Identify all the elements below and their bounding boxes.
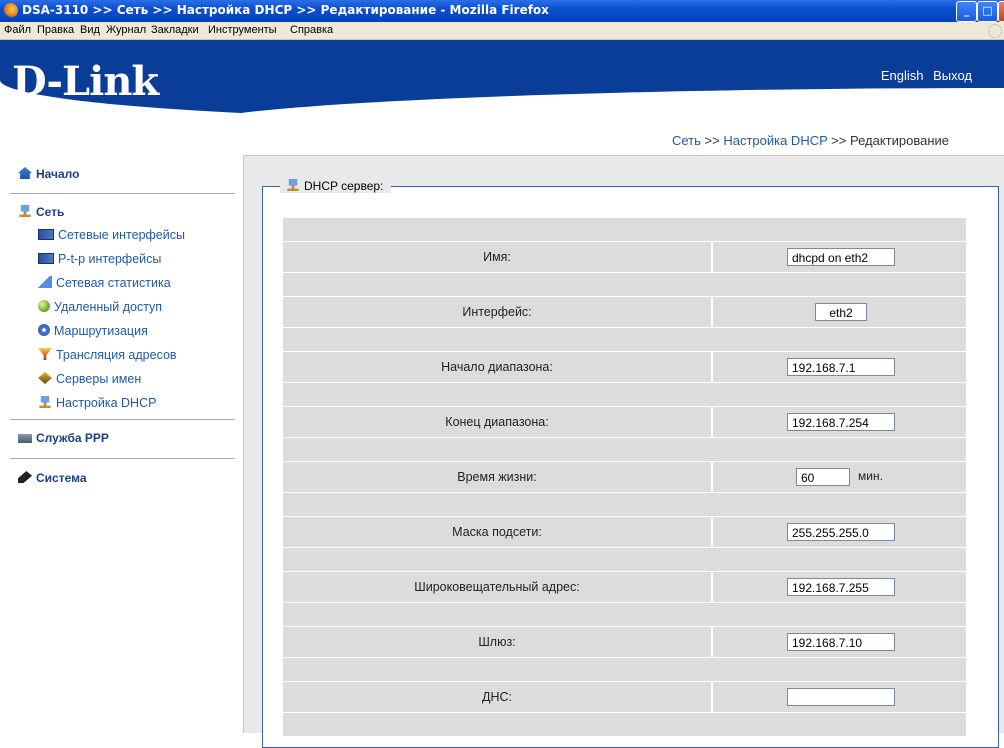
router-icon (38, 324, 50, 336)
dlink-logo[interactable]: D-Link (12, 62, 159, 102)
sidebar-item-ppp[interactable]: Служба PPP (18, 431, 109, 445)
range-start-field[interactable]: 192.168.7.1 (787, 358, 895, 376)
gateway-label: Шлюз: (283, 627, 711, 657)
sidebar-item-home[interactable]: Начало (18, 167, 79, 181)
menu-edit[interactable]: Правка (37, 24, 74, 36)
sidebar-item-network-interfaces[interactable]: Сетевые интерфейсы (38, 228, 185, 242)
menu-history[interactable]: Журнал (106, 24, 146, 36)
dns-label: ДНС: (283, 682, 711, 712)
dhcp-form-table: Имя: dhcpd on eth2 Интерфейс: eth2 Начал… (283, 218, 966, 737)
table-row: Начало диапазона: 192.168.7.1 (283, 352, 966, 382)
header-links: English Выход (875, 68, 972, 83)
range-start-label: Начало диапазона: (283, 352, 711, 382)
window-title-bar: DSA-3110 >> Сеть >> Настройка DHCP >> Ре… (0, 0, 1004, 22)
menu-view[interactable]: Вид (80, 24, 100, 36)
window-title: DSA-3110 >> Сеть >> Настройка DHCP >> Ре… (22, 3, 549, 17)
range-end-field[interactable]: 192.168.7.254 (787, 413, 895, 431)
sidebar-item-label: Начало (36, 167, 80, 181)
network-icon (287, 179, 299, 191)
wrench-icon (18, 471, 32, 483)
sidebar: Начало Сеть Сетевые интерфейсы P-t-p инт… (0, 155, 238, 732)
table-row: Время жизни: 60 мин. (283, 462, 966, 492)
interface-field: eth2 (815, 303, 867, 321)
table-row: Маска подсети: 255.255.255.0 (283, 517, 966, 547)
sidebar-item-label: Сеть (36, 205, 65, 219)
subnet-mask-label: Маска подсети: (283, 517, 711, 547)
logout-link[interactable]: Выход (933, 68, 972, 83)
menu-bar: Файл Правка Вид Журнал Закладки Инструме… (0, 22, 1004, 40)
sidebar-item-network[interactable]: Сеть (18, 205, 64, 219)
menu-bookmarks[interactable]: Закладки (151, 24, 199, 36)
breadcrumb-separator: >> (700, 133, 724, 148)
ppp-icon (18, 434, 32, 443)
throbber-icon (988, 24, 1002, 38)
sidebar-item-system[interactable]: Система (18, 471, 87, 485)
name-field[interactable]: dhcpd on eth2 (787, 248, 895, 266)
breadcrumb-dhcp[interactable]: Настройка DHCP (723, 133, 827, 148)
english-link[interactable]: English (881, 68, 924, 83)
breadcrumb: Сеть >> Настройка DHCP >> Редактирование (672, 133, 949, 148)
name-label: Имя: (283, 242, 711, 272)
sidebar-item-network-stats[interactable]: Сетевая статистика (38, 276, 171, 290)
sidebar-divider (10, 193, 235, 194)
breadcrumb-current: Редактирование (849, 133, 949, 148)
network-icon (39, 396, 51, 408)
menu-tools[interactable]: Инструменты (208, 24, 277, 36)
broadcast-field[interactable]: 192.168.7.255 (787, 578, 895, 596)
chart-icon (38, 276, 52, 288)
sidebar-item-name-servers[interactable]: Серверы имен (38, 372, 141, 386)
network-card-icon (38, 229, 54, 240)
breadcrumb-separator: >> (827, 133, 850, 148)
funnel-icon (38, 348, 52, 360)
sidebar-item-dhcp[interactable]: Настройка DHCP (38, 396, 156, 410)
table-row: Интерфейс: eth2 (283, 297, 966, 327)
logo-tagline: Building Networks for People (12, 109, 161, 119)
network-card-icon (38, 253, 54, 264)
home-icon (18, 167, 32, 179)
sidebar-item-routing[interactable]: Маршрутизация (38, 324, 148, 338)
dns-field[interactable] (787, 688, 895, 706)
name-server-icon (38, 372, 52, 384)
menu-help[interactable]: Справка (290, 24, 333, 36)
subnet-mask-field[interactable]: 255.255.255.0 (787, 523, 895, 541)
dhcp-server-fieldset: DHCP сервер: Имя: dhcpd on eth2 Интерфей… (262, 179, 999, 748)
maximize-button[interactable]: □ (977, 1, 998, 22)
table-row: Шлюз: 192.168.7.10 (283, 627, 966, 657)
sidebar-divider (10, 458, 235, 459)
sidebar-item-ptp-interfaces[interactable]: P-t-p интерфейсы (38, 252, 161, 266)
table-row: ДНС: (283, 682, 966, 712)
page-header: D-Link Building Networks for People Engl… (0, 40, 1004, 162)
lease-time-unit: мин. (858, 469, 883, 483)
fieldset-legend: DHCP сервер: (280, 179, 392, 193)
sidebar-item-label: Служба PPP (36, 431, 109, 445)
minimize-button[interactable]: _ (956, 1, 977, 22)
sidebar-divider (10, 419, 235, 420)
lease-time-field[interactable]: 60 (796, 468, 850, 486)
firefox-icon (3, 3, 18, 18)
close-button[interactable] (998, 1, 1004, 22)
menu-file[interactable]: Файл (4, 24, 31, 36)
breadcrumb-network[interactable]: Сеть (672, 133, 701, 148)
range-end-label: Конец диапазона: (283, 407, 711, 437)
sidebar-item-remote-access[interactable]: Удаленный доступ (38, 300, 162, 314)
gateway-field[interactable]: 192.168.7.10 (787, 633, 895, 651)
sidebar-item-nat[interactable]: Трансляция адресов (38, 348, 177, 362)
globe-icon (38, 300, 50, 312)
table-row: Широковещательный адрес: 192.168.7.255 (283, 572, 966, 602)
table-row: Имя: dhcpd on eth2 (283, 242, 966, 272)
sidebar-item-label: Система (36, 471, 87, 485)
broadcast-label: Широковещательный адрес: (283, 572, 711, 602)
content-panel: DHCP сервер: Имя: dhcpd on eth2 Интерфей… (243, 155, 1004, 748)
lease-time-label: Время жизни: (283, 462, 711, 492)
table-row: Конец диапазона: 192.168.7.254 (283, 407, 966, 437)
interface-label: Интерфейс: (283, 297, 711, 327)
network-icon (19, 205, 31, 217)
